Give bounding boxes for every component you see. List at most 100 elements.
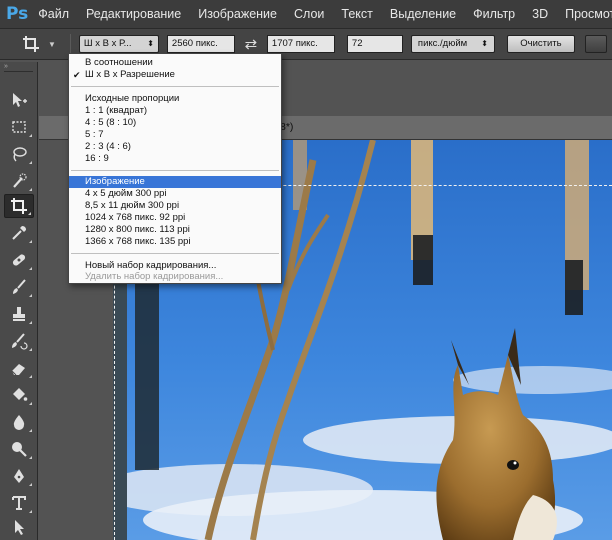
eyedropper-icon [12, 226, 26, 240]
dropdown-divider [71, 86, 279, 87]
path-selection-icon [15, 520, 24, 535]
history-brush-icon [12, 333, 28, 350]
crop-icon [23, 36, 39, 52]
checkmark-icon: ✔ [73, 70, 81, 80]
dropdown-divider [71, 253, 279, 254]
tool-flyout-indicator [29, 510, 32, 513]
paint-bucket-tool[interactable] [4, 383, 34, 407]
clear-button[interactable]: Очистить [506, 35, 575, 53]
tool-flyout-indicator [29, 321, 32, 324]
lasso-tool[interactable] [4, 142, 34, 166]
chevron-down-icon: ⬍ [481, 39, 488, 48]
eraser-icon [11, 364, 25, 376]
tool-flyout-indicator [29, 161, 32, 164]
path-selection-tool[interactable] [4, 515, 34, 539]
crop-preset-value: Ш x В x Р... [83, 38, 132, 49]
divider [69, 34, 71, 54]
pen-icon [14, 469, 24, 483]
move-tool[interactable] [4, 88, 34, 112]
dropdown-item-5-7[interactable]: 5 : 7 [69, 129, 281, 141]
quick-selection-tool[interactable] [4, 169, 34, 193]
tool-preset-picker[interactable] [18, 32, 44, 56]
tool-flyout-indicator [29, 134, 32, 137]
dropdown-item-1024x768[interactable]: 1024 x 768 пикс. 92 ppi [69, 212, 281, 224]
height-field[interactable]: 1707 пикс. [266, 35, 335, 53]
tool-flyout-indicator [29, 402, 32, 405]
chevron-down-icon[interactable]: ▼ [48, 40, 56, 49]
brush-tool[interactable] [4, 275, 34, 299]
clone-stamp-tool[interactable] [4, 302, 34, 326]
tool-flyout-indicator [29, 188, 32, 191]
tool-flyout-indicator [29, 240, 32, 243]
pen-tool[interactable] [4, 464, 34, 488]
chevron-down-icon: ⬍ [147, 39, 154, 48]
dropdown-item-16-9[interactable]: 16 : 9 [69, 153, 281, 165]
dropdown-item-8x11-300[interactable]: 8,5 x 11 дюйм 300 ppi [69, 200, 281, 212]
photoshop-window: Ps Файл Редактирование Изображение Слои … [0, 0, 612, 540]
history-brush-tool[interactable] [4, 329, 34, 353]
crop-preset-select[interactable]: Ш x В x Р... ⬍ [78, 35, 159, 53]
dropdown-divider [71, 170, 279, 171]
dropdown-item-original[interactable]: Исходные пропорции [69, 93, 281, 105]
menu-select[interactable]: Выделение [390, 7, 456, 21]
dropdown-item-image[interactable]: Изображение [69, 176, 281, 188]
menu-filter[interactable]: Фильтр [473, 7, 515, 21]
tool-flyout-indicator [29, 294, 32, 297]
dropdown-item-1366x768[interactable]: 1366 x 768 пикс. 135 ppi [69, 236, 281, 248]
dropdown-item-delete-preset: Удалить набор кадрирования... [85, 271, 224, 282]
eraser-tool[interactable] [4, 356, 34, 380]
menu-3d[interactable]: 3D [532, 7, 548, 21]
dodge-icon [12, 442, 27, 457]
tool-flyout-indicator [29, 429, 32, 432]
dropdown-item-2-3[interactable]: 2 : 3 (4 : 6) [69, 141, 281, 153]
paint-bucket-icon [13, 388, 28, 401]
healing-brush-tool[interactable] [4, 248, 34, 272]
crop-icon [11, 198, 27, 214]
blur-icon [13, 415, 25, 430]
resolution-field[interactable]: 72 [346, 35, 403, 53]
menu-bar: Ps Файл Редактирование Изображение Слои … [0, 0, 612, 28]
blur-tool[interactable] [4, 410, 34, 434]
rectangular-marquee-icon [12, 121, 26, 133]
toolbox: » [0, 62, 38, 540]
tool-flyout-indicator [29, 348, 32, 351]
dropdown-item-4x5-300[interactable]: 4 x 5 дюйм 300 ppi [69, 188, 281, 200]
dodge-tool[interactable] [4, 437, 34, 461]
menu-view[interactable]: Просмотр [565, 7, 612, 21]
dropdown-item-1-1[interactable]: 1 : 1 (квадрат) [69, 105, 281, 117]
resolution-unit-value: пикс./дюйм [417, 38, 468, 49]
crop-tool[interactable] [4, 194, 34, 218]
move-icon [13, 93, 27, 107]
width-field[interactable]: 2560 пикс. [166, 35, 235, 53]
dropdown-item-1280x800[interactable]: 1280 x 800 пикс. 113 ppi [69, 224, 281, 236]
tool-flyout-indicator [29, 483, 32, 486]
type-tool[interactable] [4, 491, 34, 515]
resolution-unit-select[interactable]: пикс./дюйм ⬍ [410, 35, 495, 53]
eyedropper-tool[interactable] [4, 221, 34, 245]
quick-selection-icon [13, 173, 27, 188]
menu-layers[interactable]: Слои [294, 7, 324, 21]
marquee-tool[interactable] [4, 115, 34, 139]
menu-edit[interactable]: Редактирование [86, 7, 181, 21]
brush-icon [13, 279, 26, 294]
clone-stamp-icon [13, 307, 25, 321]
toolbox-grip[interactable]: » [4, 63, 33, 72]
tool-flyout-indicator [29, 375, 32, 378]
crop-preset-dropdown: В соотношении ✔ Ш x В x Разрешение Исход… [68, 53, 282, 284]
document-tab-title: 8*) [280, 121, 294, 133]
dropdown-item-ratio[interactable]: В соотношении [69, 57, 281, 69]
dropdown-item-whr[interactable]: ✔ Ш x В x Разрешение [69, 69, 281, 81]
tool-flyout-indicator [28, 212, 31, 215]
type-icon [12, 496, 26, 510]
tool-flyout-indicator [29, 456, 32, 459]
healing-brush-icon [12, 254, 26, 266]
swap-icon[interactable]: ⇄ [239, 35, 263, 53]
menu-image[interactable]: Изображение [198, 7, 277, 21]
lasso-icon [13, 147, 27, 162]
menu-file[interactable]: Файл [38, 7, 69, 21]
photoshop-logo: Ps [6, 4, 29, 24]
dropdown-item-4-5[interactable]: 4 : 5 (8 : 10) [69, 117, 281, 129]
tool-flyout-indicator [29, 267, 32, 270]
straighten-button[interactable] [584, 35, 607, 53]
menu-type[interactable]: Текст [341, 7, 372, 21]
